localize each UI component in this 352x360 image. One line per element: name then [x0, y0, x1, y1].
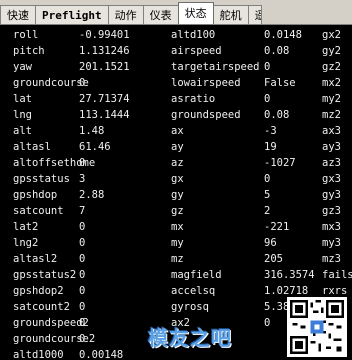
tab-quick[interactable]: 快速: [0, 5, 36, 24]
tab-actions[interactable]: 动作: [107, 5, 144, 24]
status-row: yaw 201.1521 targetairspeed 0 gz2: [0, 56, 352, 73]
status-row: alt 1.48 ax -3 ax3: [0, 120, 352, 137]
tab-gauges[interactable]: 仪表: [142, 5, 179, 24]
status-row: gpshdop 2.88 gy 5 gy3: [0, 184, 352, 201]
status-row: groundcourse 0 lowairspeed False mx2: [0, 72, 352, 89]
status-row: altasl2 0 mz 205 mz3: [0, 248, 352, 265]
status-field-value: 0.00148: [79, 349, 124, 360]
tab-servo[interactable]: 舵机: [212, 5, 249, 24]
tab-telemetry[interactable]: 遥: [247, 5, 262, 24]
tab-preflight[interactable]: Preflight: [35, 5, 109, 24]
status-row: altoffsethome 0 az -1027 az3: [0, 152, 352, 169]
status-field-name: altd1000: [13, 349, 64, 360]
status-row: gpshdop2 0 accelsq 1.02718 rxrs: [0, 280, 352, 297]
status-row: gpsstatus 3 gx 0 gx3: [0, 168, 352, 185]
status-row: satcount 7 gz 2 gz3: [0, 200, 352, 217]
tab-bar: 快速Preflight动作仪表状态舵机遥: [0, 0, 352, 25]
status-row: altasl 61.46 ay 19 ay3: [0, 136, 352, 153]
status-row: gpsstatus2 0 magfield 316.3574 fails: [0, 264, 352, 281]
status-row: roll -0.99401 altd100 0.0148 gx2: [0, 24, 352, 41]
status-row: lat2 0 mx -221 mx3: [0, 216, 352, 233]
status-row: lng 113.1444 groundspeed 0.08 mz2: [0, 104, 352, 121]
qr-code-icon: [287, 297, 347, 357]
tab-status[interactable]: 状态: [177, 2, 214, 24]
status-row: lat 27.71374 asratio 0 my2: [0, 88, 352, 105]
status-row: lng2 0 my 96 my3: [0, 232, 352, 249]
status-row: pitch 1.131246 airspeed 0.08 gy2: [0, 40, 352, 57]
